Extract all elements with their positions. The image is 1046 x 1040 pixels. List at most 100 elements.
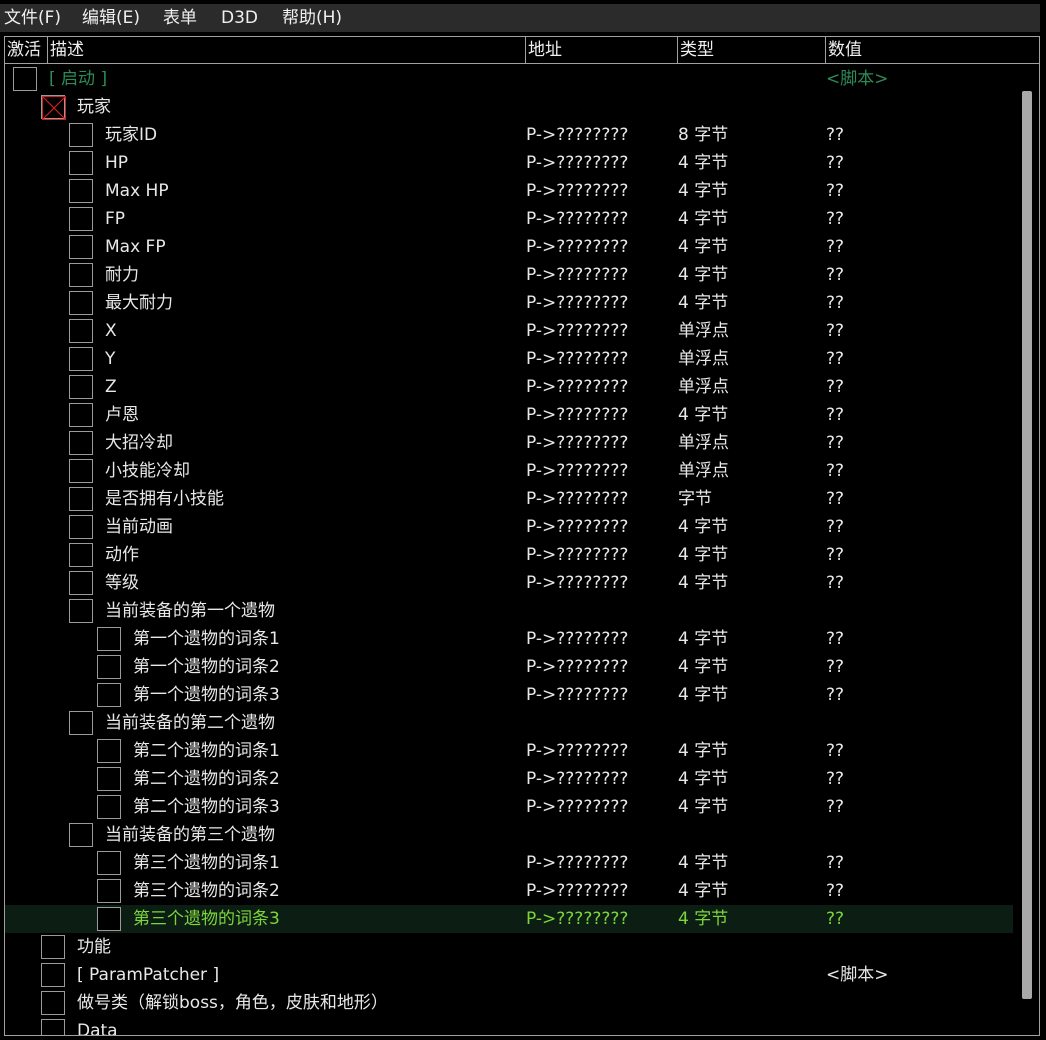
active-checkbox[interactable]: [97, 627, 121, 651]
entry-value[interactable]: <脚本>: [826, 65, 889, 93]
entry-value[interactable]: ??: [826, 877, 844, 905]
entry-value[interactable]: ??: [826, 793, 844, 821]
table-row[interactable]: [ ParamPatcher ] <脚本>: [5, 961, 1013, 989]
menu-d3d[interactable]: D3D: [221, 4, 258, 32]
menu-edit[interactable]: 编辑(E): [82, 4, 140, 32]
active-checkbox[interactable]: [97, 907, 121, 931]
active-checkbox[interactable]: [41, 935, 65, 959]
table-row[interactable]: 当前装备的第二个遗物: [5, 709, 1013, 737]
entry-value[interactable]: ??: [826, 121, 844, 149]
table-row[interactable]: Data: [5, 1017, 1013, 1035]
entry-value[interactable]: ??: [826, 289, 844, 317]
active-checkbox[interactable]: [97, 767, 121, 791]
active-checkbox[interactable]: [69, 263, 93, 287]
entry-value[interactable]: ??: [826, 541, 844, 569]
entry-value[interactable]: ??: [826, 653, 844, 681]
vertical-scrollbar[interactable]: [1017, 65, 1039, 1035]
entry-value[interactable]: ??: [826, 149, 844, 177]
table-row[interactable]: 第一个遗物的词条2 P->???????? 4 字节??: [5, 653, 1013, 681]
menu-file[interactable]: 文件(F): [4, 4, 61, 32]
active-checkbox[interactable]: [69, 599, 93, 623]
table-row[interactable]: 第三个遗物的词条2 P->???????? 4 字节??: [5, 877, 1013, 905]
table-row[interactable]: 做号类（解锁boss，角色，皮肤和地形）: [5, 989, 1013, 1017]
active-checkbox[interactable]: [69, 291, 93, 315]
active-checkbox[interactable]: [69, 823, 93, 847]
active-checkbox[interactable]: [97, 683, 121, 707]
active-checkbox[interactable]: [69, 347, 93, 371]
entry-value[interactable]: ??: [826, 345, 844, 373]
table-row[interactable]: FP P->???????? 4 字节??: [5, 205, 1013, 233]
active-checkbox[interactable]: [69, 571, 93, 595]
entry-value[interactable]: ??: [826, 849, 844, 877]
active-checkbox[interactable]: [69, 151, 93, 175]
table-row[interactable]: X P->???????? 单浮点??: [5, 317, 1013, 345]
table-row[interactable]: 第二个遗物的词条2 P->???????? 4 字节??: [5, 765, 1013, 793]
menu-help[interactable]: 帮助(H): [282, 4, 342, 32]
column-header-active[interactable]: 激活: [5, 37, 48, 63]
column-header-address[interactable]: 地址: [526, 37, 678, 63]
entry-value[interactable]: ??: [826, 625, 844, 653]
entry-value[interactable]: ??: [826, 177, 844, 205]
active-checkbox[interactable]: [69, 543, 93, 567]
entry-value[interactable]: ??: [826, 905, 844, 933]
entry-value[interactable]: ??: [826, 681, 844, 709]
table-row[interactable]: 功能: [5, 933, 1013, 961]
entry-value[interactable]: ??: [826, 569, 844, 597]
table-row[interactable]: 等级 P->???????? 4 字节??: [5, 569, 1013, 597]
table-row[interactable]: Z P->???????? 单浮点??: [5, 373, 1013, 401]
table-row[interactable]: 第二个遗物的词条3 P->???????? 4 字节??: [5, 793, 1013, 821]
active-checkbox[interactable]: [69, 235, 93, 259]
table-row[interactable]: 是否拥有小技能 P->???????? 字节??: [5, 485, 1013, 513]
active-checkbox[interactable]: [69, 487, 93, 511]
active-checkbox[interactable]: [41, 991, 65, 1015]
entry-value[interactable]: ??: [826, 205, 844, 233]
scrollbar-thumb[interactable]: [1022, 91, 1032, 999]
active-checkbox[interactable]: [69, 711, 93, 735]
column-header-value[interactable]: 数值: [826, 37, 1039, 63]
entry-value[interactable]: ??: [826, 261, 844, 289]
active-checkbox[interactable]: [97, 739, 121, 763]
active-checkbox[interactable]: [69, 375, 93, 399]
menu-table[interactable]: 表单: [163, 4, 197, 32]
table-row[interactable]: 小技能冷却 P->???????? 单浮点??: [5, 457, 1013, 485]
table-row[interactable]: 卢恩 P->???????? 4 字节??: [5, 401, 1013, 429]
table-row[interactable]: Y P->???????? 单浮点??: [5, 345, 1013, 373]
entry-value[interactable]: ??: [826, 485, 844, 513]
table-row[interactable]: 动作 P->???????? 4 字节??: [5, 541, 1013, 569]
table-row[interactable]: 第三个遗物的词条3 P->???????? 4 字节??: [5, 905, 1013, 933]
active-checkbox[interactable]: [69, 459, 93, 483]
active-checkbox[interactable]: [97, 795, 121, 819]
active-checkbox[interactable]: [41, 1019, 65, 1035]
entry-value[interactable]: ??: [826, 765, 844, 793]
entry-value[interactable]: ??: [826, 317, 844, 345]
active-checkbox[interactable]: [97, 655, 121, 679]
entry-value[interactable]: ??: [826, 457, 844, 485]
table-row[interactable]: 当前动画 P->???????? 4 字节??: [5, 513, 1013, 541]
table-row[interactable]: Max FP P->???????? 4 字节??: [5, 233, 1013, 261]
entry-value[interactable]: <脚本>: [826, 961, 889, 989]
table-row[interactable]: 耐力 P->???????? 4 字节??: [5, 261, 1013, 289]
active-checkbox[interactable]: [69, 403, 93, 427]
table-row[interactable]: HP P->???????? 4 字节??: [5, 149, 1013, 177]
column-header-description[interactable]: 描述: [48, 37, 526, 63]
table-row[interactable]: 第三个遗物的词条1 P->???????? 4 字节??: [5, 849, 1013, 877]
table-row[interactable]: 第一个遗物的词条1 P->???????? 4 字节??: [5, 625, 1013, 653]
active-checkbox-crossed[interactable]: [41, 95, 66, 120]
table-row[interactable]: 大招冷却 P->???????? 单浮点??: [5, 429, 1013, 457]
table-row[interactable]: Max HP P->???????? 4 字节??: [5, 177, 1013, 205]
active-checkbox[interactable]: [69, 515, 93, 539]
active-checkbox[interactable]: [69, 207, 93, 231]
active-checkbox[interactable]: [69, 123, 93, 147]
table-row[interactable]: 当前装备的第三个遗物: [5, 821, 1013, 849]
active-checkbox[interactable]: [97, 879, 121, 903]
entry-value[interactable]: ??: [826, 233, 844, 261]
active-checkbox[interactable]: [97, 851, 121, 875]
table-row[interactable]: 玩家ID P->???????? 8 字节??: [5, 121, 1013, 149]
active-checkbox[interactable]: [41, 963, 65, 987]
table-row[interactable]: 玩家: [5, 93, 1013, 121]
table-row[interactable]: [ 启动 ] <脚本>: [5, 65, 1013, 93]
column-header-type[interactable]: 类型: [678, 37, 826, 63]
entry-value[interactable]: ??: [826, 373, 844, 401]
active-checkbox[interactable]: [69, 319, 93, 343]
entry-value[interactable]: ??: [826, 513, 844, 541]
